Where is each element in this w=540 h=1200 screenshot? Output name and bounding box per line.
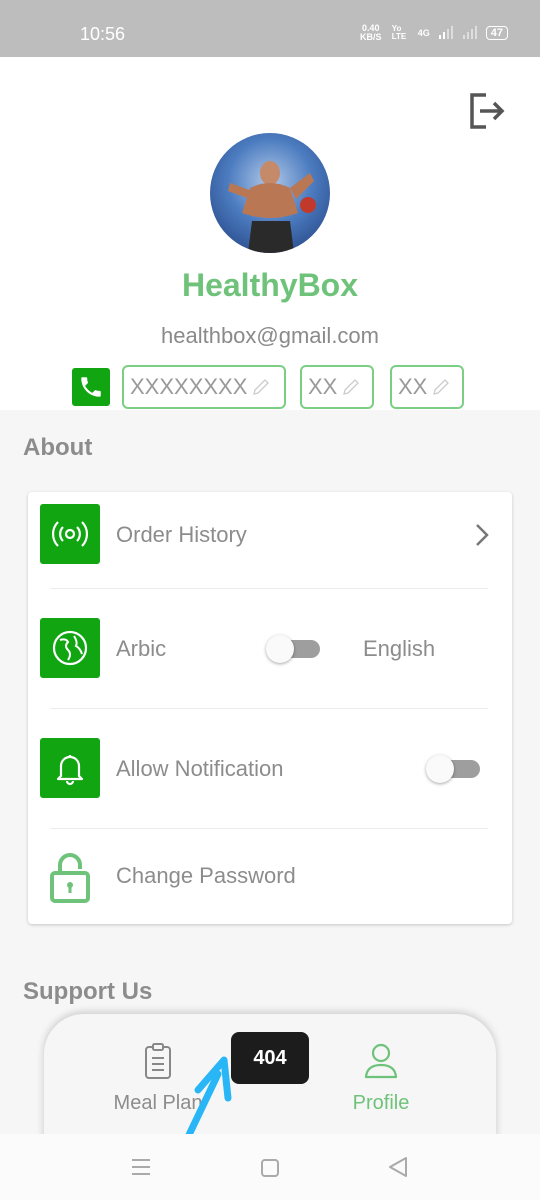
pencil-icon xyxy=(253,379,270,395)
order-history-row[interactable]: Order History xyxy=(28,492,512,588)
profile-header: HealthyBox healthbox@gmail.com XXXXXXXX … xyxy=(0,57,540,410)
back-icon[interactable] xyxy=(387,1156,409,1178)
order-history-label: Order History xyxy=(116,522,247,547)
nav-profile[interactable]: Profile xyxy=(336,1042,426,1115)
language-toggle[interactable] xyxy=(266,635,322,663)
profile-email: healthbox@gmail.com xyxy=(161,323,379,348)
signal-icon xyxy=(438,26,453,39)
lang-arabic-label: Arbic xyxy=(116,636,167,661)
allow-notification-label: Allow Notification xyxy=(116,756,284,781)
lock-icon xyxy=(50,853,90,903)
system-nav-bar xyxy=(0,1134,540,1200)
phone-icon xyxy=(72,368,110,406)
phone-number-value: XXXXXXXX xyxy=(130,374,248,399)
volte-indicator: Yo LTE xyxy=(391,24,407,41)
settings-card: Order History Arbic English Allow Notifi… xyxy=(28,492,512,924)
phone-code-field-1[interactable]: XX xyxy=(300,365,374,409)
menu-icon[interactable] xyxy=(131,1158,151,1176)
battery-icon: 47 xyxy=(485,26,508,40)
phone-code-1-value: XX xyxy=(308,374,338,399)
language-row: Arbic English xyxy=(28,589,512,707)
network-icon: 4G xyxy=(417,28,430,38)
phone-code-2-value: XX xyxy=(398,374,428,399)
pencil-icon xyxy=(433,379,450,395)
status-time: 10:56 xyxy=(80,24,126,44)
net-speed: 0.40 KB/S xyxy=(359,23,382,42)
notification-toggle[interactable] xyxy=(426,755,482,783)
notification-row: Allow Notification xyxy=(28,709,512,827)
logout-icon[interactable] xyxy=(468,91,508,131)
bell-icon xyxy=(40,738,100,798)
phone-row: XXXXXXXX XX XX xyxy=(72,365,464,409)
home-icon[interactable] xyxy=(260,1158,280,1178)
phone-number-field[interactable]: XXXXXXXX xyxy=(122,365,286,409)
globe-icon xyxy=(40,618,100,678)
profile-icon xyxy=(364,1043,398,1079)
avatar[interactable] xyxy=(210,133,330,253)
status-icons: 0.40 KB/S Yo LTE 4G 47 xyxy=(358,24,508,42)
phone-code-field-2[interactable]: XX xyxy=(390,365,464,409)
pencil-icon xyxy=(343,379,360,395)
lang-english-label: English xyxy=(363,636,436,661)
broadcast-icon xyxy=(40,504,100,564)
about-title: About xyxy=(23,434,93,461)
support-title: Support Us xyxy=(23,978,153,1005)
avatar-image xyxy=(228,161,316,253)
status-bar: 10:56 0.40 KB/S Yo LTE 4G 47 xyxy=(0,0,540,57)
nav-profile-label: Profile xyxy=(352,1092,410,1114)
change-password-row[interactable]: Change Password xyxy=(28,829,512,924)
chevron-right-icon xyxy=(476,524,489,546)
signal2-icon xyxy=(462,26,477,39)
profile-name: HealthyBox xyxy=(181,267,359,303)
change-password-label: Change Password xyxy=(116,863,296,888)
